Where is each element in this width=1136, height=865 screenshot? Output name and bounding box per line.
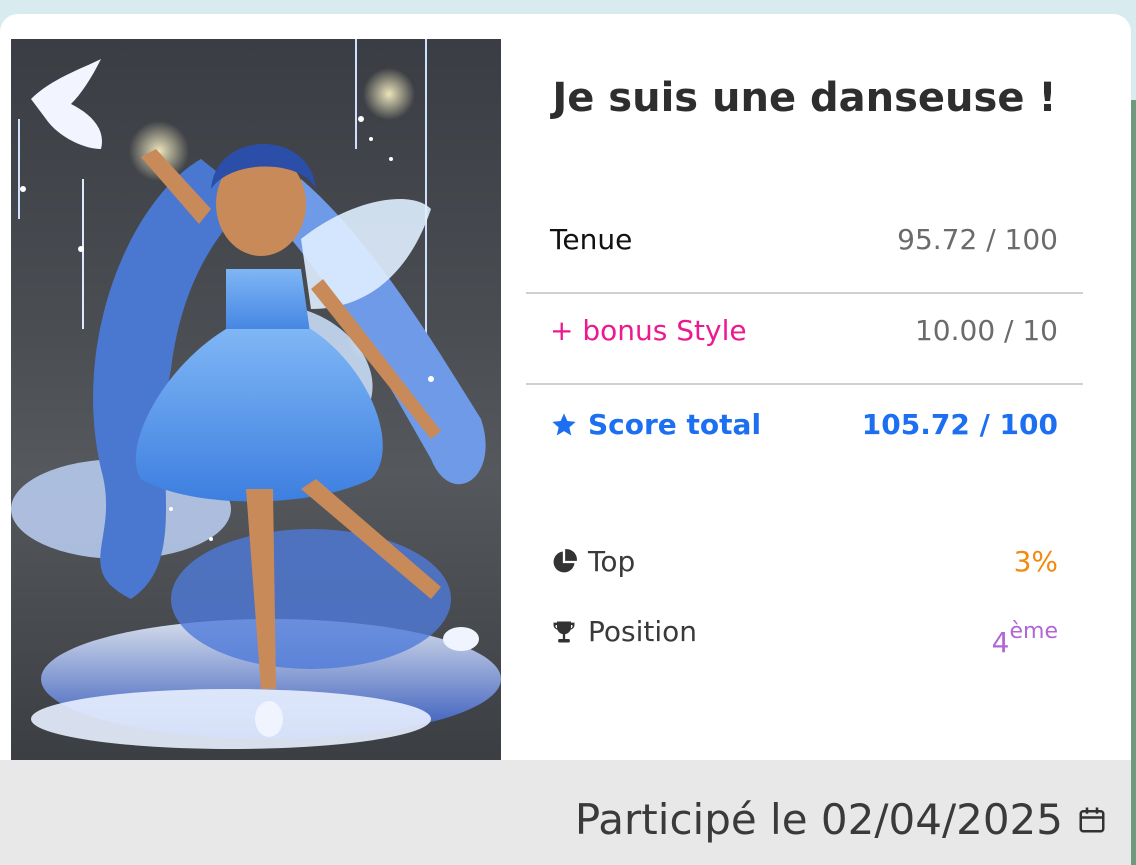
bonus-value: 10.00 / 10 [914, 314, 1058, 347]
star-icon [552, 413, 576, 436]
result-card: Je suis une danseuse ! Tenue 95.72 / 100… [0, 14, 1131, 865]
score-row-tenue: Tenue 95.72 / 100 [526, 204, 1083, 294]
total-value: 105.72 / 100 [861, 408, 1058, 441]
stat-top: Top 3% [526, 544, 1083, 584]
bonus-label: + bonus Style [550, 314, 747, 347]
trophy-icon [553, 621, 575, 643]
score-row-bonus: + bonus Style 10.00 / 10 [526, 295, 1083, 385]
top-value: 3% [1013, 545, 1058, 578]
card-footer: Participé le 02/04/2025 [0, 760, 1131, 865]
top-label-wrap: Top [550, 544, 635, 580]
pie-chart-icon [553, 549, 577, 573]
top-label: Top [588, 545, 636, 578]
score-row-total: Score total 105.72 / 100 [526, 386, 1083, 476]
contest-title: Je suis une danseuse ! [552, 75, 1057, 121]
participation-date: Participé le 02/04/2025 [574, 795, 1063, 844]
tenue-value: 95.72 / 100 [897, 223, 1058, 256]
position-number: 4 [991, 626, 1010, 659]
tenue-label: Tenue [550, 223, 633, 256]
calendar-icon [1079, 807, 1105, 833]
participation-date-wrap: Participé le 02/04/2025 [575, 794, 1107, 846]
position-label-wrap: Position [550, 614, 697, 650]
position-value: 4ème [992, 614, 1058, 661]
position-suffix: ème [1009, 619, 1058, 644]
total-label: Score total [588, 408, 762, 441]
outfit-artwork[interactable] [11, 39, 501, 760]
total-label-wrap: Score total [550, 408, 761, 442]
stat-position: Position 4ème [526, 614, 1083, 659]
position-label: Position [588, 615, 698, 648]
dancer-illustration [11, 39, 501, 749]
